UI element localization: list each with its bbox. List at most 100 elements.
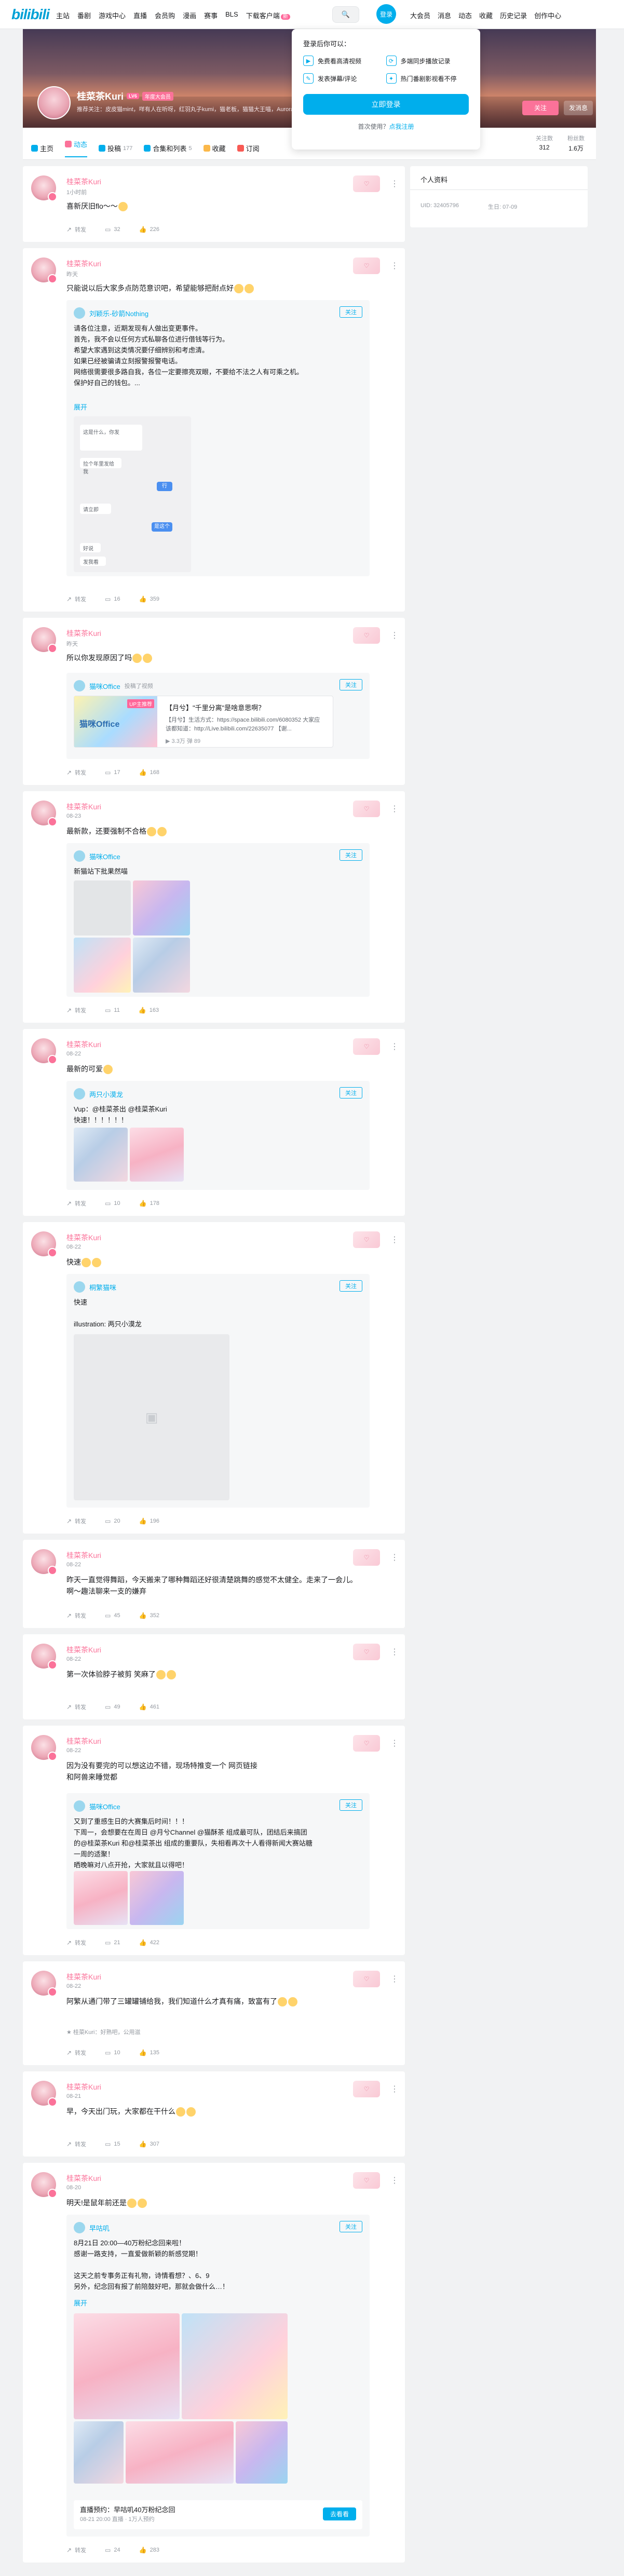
post-author[interactable]: 桂菜茶Kuri: [66, 177, 101, 187]
tab-home[interactable]: 主页: [31, 139, 53, 157]
post-author[interactable]: 桂菜茶Kuri: [66, 628, 101, 639]
login-avatar-button[interactable]: 登录: [376, 4, 396, 24]
repost-card[interactable]: 猫咪Office 投稿了视频 关注 UP主推荐 猫咪Office 【月兮】"千里分…: [66, 673, 370, 759]
tab-subscribe[interactable]: 订阅: [237, 139, 260, 157]
avatar[interactable]: [31, 1549, 57, 1575]
post-image[interactable]: [126, 2421, 234, 2484]
share-button[interactable]: ↗ 转发: [66, 2140, 86, 2148]
tab-dynamic[interactable]: 动态: [65, 139, 88, 157]
like-button[interactable]: 👍 283: [139, 2546, 159, 2554]
register-link[interactable]: 点我注册: [389, 123, 414, 130]
nav-link-bls[interactable]: BLS: [225, 10, 238, 20]
nav-link-message[interactable]: 消息: [438, 10, 451, 20]
message-button[interactable]: 发消息: [564, 101, 593, 115]
video-link-card[interactable]: UP主推荐 猫咪Office 【月兮】"千里分离"是啥意思啊？ 【月兮】生活方式…: [74, 696, 333, 748]
like-button[interactable]: 👍 422: [139, 1938, 159, 1947]
avatar[interactable]: [74, 1800, 85, 1812]
like-button[interactable]: 👍 307: [139, 2140, 159, 2148]
share-button[interactable]: ↗ 转发: [66, 1703, 86, 1711]
post-image[interactable]: [130, 1128, 184, 1182]
post-author[interactable]: 桂菜茶Kuri: [66, 802, 101, 812]
more-icon[interactable]: ⋮: [390, 1738, 399, 1748]
avatar[interactable]: [31, 2172, 57, 2198]
share-button[interactable]: ↗ 转发: [66, 225, 86, 234]
more-icon[interactable]: ⋮: [390, 2175, 399, 2186]
post-author[interactable]: 桂菜茶Kuri: [66, 1736, 101, 1746]
post-image[interactable]: [133, 938, 190, 993]
comment-button[interactable]: ▭ 24: [105, 2546, 120, 2554]
repost-follow-button[interactable]: 关注: [340, 2221, 362, 2232]
avatar[interactable]: [31, 1231, 57, 1257]
avatar[interactable]: [31, 257, 57, 283]
share-button[interactable]: ↗ 转发: [66, 1611, 86, 1620]
repost-follow-button[interactable]: 关注: [340, 306, 362, 318]
share-button[interactable]: ↗ 转发: [66, 2049, 86, 2057]
stat-following[interactable]: 关注数 312: [536, 134, 553, 153]
post-author[interactable]: 桂菜茶Kuri: [66, 1039, 101, 1050]
post-author[interactable]: 桂菜茶Kuri: [66, 259, 101, 269]
login-now-button[interactable]: 立即登录: [303, 94, 469, 115]
post-image[interactable]: [133, 880, 190, 936]
avatar[interactable]: [31, 801, 57, 826]
repost-author[interactable]: 猫咪Office: [89, 681, 120, 691]
video-thumbnail[interactable]: UP主推荐 猫咪Office: [74, 696, 157, 747]
post-image[interactable]: [74, 880, 131, 936]
share-button[interactable]: ↗ 转发: [66, 1938, 86, 1947]
comment-button[interactable]: ▭ 21: [105, 1938, 120, 1947]
post-author[interactable]: 桂菜茶Kuri: [66, 2082, 101, 2092]
avatar[interactable]: [31, 2081, 57, 2107]
nav-link-mall[interactable]: 会员购: [155, 10, 175, 20]
repost-card[interactable]: 早咕叽 关注 8月21日 20:00—40万粉纪念回来啦！ 感谢一路支持，一直爱…: [66, 2215, 370, 2537]
comment-button[interactable]: ▭ 16: [105, 595, 120, 603]
nav-link-main[interactable]: 主站: [56, 10, 70, 20]
repost-follow-button[interactable]: 关注: [340, 1799, 362, 1811]
search-button[interactable]: 🔍: [332, 6, 359, 23]
avatar[interactable]: [31, 1735, 57, 1761]
like-button[interactable]: 👍 163: [139, 1006, 159, 1014]
nav-link-dynamic[interactable]: 动态: [458, 10, 472, 20]
like-button[interactable]: 👍 178: [139, 1199, 159, 1208]
repost-follow-button[interactable]: 关注: [340, 1087, 362, 1099]
nav-link-match[interactable]: 赛事: [204, 10, 218, 20]
like-button[interactable]: 👍 168: [139, 768, 159, 777]
image-placeholder[interactable]: ▣: [74, 1334, 229, 1500]
share-button[interactable]: ↗ 转发: [66, 1517, 86, 1525]
comment-button[interactable]: ▭ 11: [105, 1006, 120, 1014]
avatar[interactable]: [31, 1038, 57, 1064]
more-icon[interactable]: ⋮: [390, 1647, 399, 1657]
nav-link-download[interactable]: 下载客户端新: [246, 10, 290, 20]
repost-follow-button[interactable]: 关注: [340, 1280, 362, 1292]
more-icon[interactable]: ⋮: [390, 804, 399, 814]
tab-favorite[interactable]: 收藏: [203, 139, 226, 157]
share-button[interactable]: ↗ 转发: [66, 595, 86, 603]
avatar[interactable]: [31, 627, 57, 653]
like-button[interactable]: 👍 226: [139, 225, 159, 234]
reservation-button[interactable]: 去看看: [322, 2507, 356, 2520]
comment-button[interactable]: ▭ 45: [105, 1611, 120, 1620]
post-author[interactable]: 桂菜茶Kuri: [66, 1645, 101, 1655]
tab-collection[interactable]: 合集和列表 5: [144, 139, 192, 157]
share-button[interactable]: ↗ 转发: [66, 1199, 86, 1208]
avatar[interactable]: [31, 1971, 57, 1997]
nav-link-game[interactable]: 游戏中心: [99, 10, 126, 20]
share-button[interactable]: ↗ 转发: [66, 768, 86, 777]
avatar[interactable]: [74, 680, 85, 692]
avatar[interactable]: [74, 850, 85, 862]
repost-author[interactable]: 早咕叽: [89, 2223, 110, 2233]
avatar[interactable]: [74, 1088, 85, 1100]
nav-link-manga[interactable]: 漫画: [183, 10, 196, 20]
nav-link-anime[interactable]: 番剧: [77, 10, 91, 20]
follow-button[interactable]: 关注: [522, 101, 559, 115]
video-title[interactable]: 【月兮】"千里分离"是啥意思啊？: [166, 702, 321, 712]
repost-author[interactable]: 两只小漠龙: [89, 1089, 123, 1099]
comment-button[interactable]: ▭ 10: [105, 2049, 120, 2057]
more-icon[interactable]: ⋮: [390, 179, 399, 189]
comment-preview[interactable]: ★ 桂菜Kuri：好熟吧，公用滋: [66, 2028, 140, 2036]
repost-follow-button[interactable]: 关注: [340, 679, 362, 690]
comment-button[interactable]: ▭ 17: [105, 768, 120, 777]
stat-fans[interactable]: 粉丝数 1.6万: [567, 134, 585, 153]
post-image[interactable]: [74, 1128, 128, 1182]
repost-author[interactable]: 猫咪Office: [89, 1801, 120, 1811]
post-image[interactable]: [130, 1871, 184, 1925]
post-author[interactable]: 桂菜茶Kuri: [66, 2173, 101, 2184]
